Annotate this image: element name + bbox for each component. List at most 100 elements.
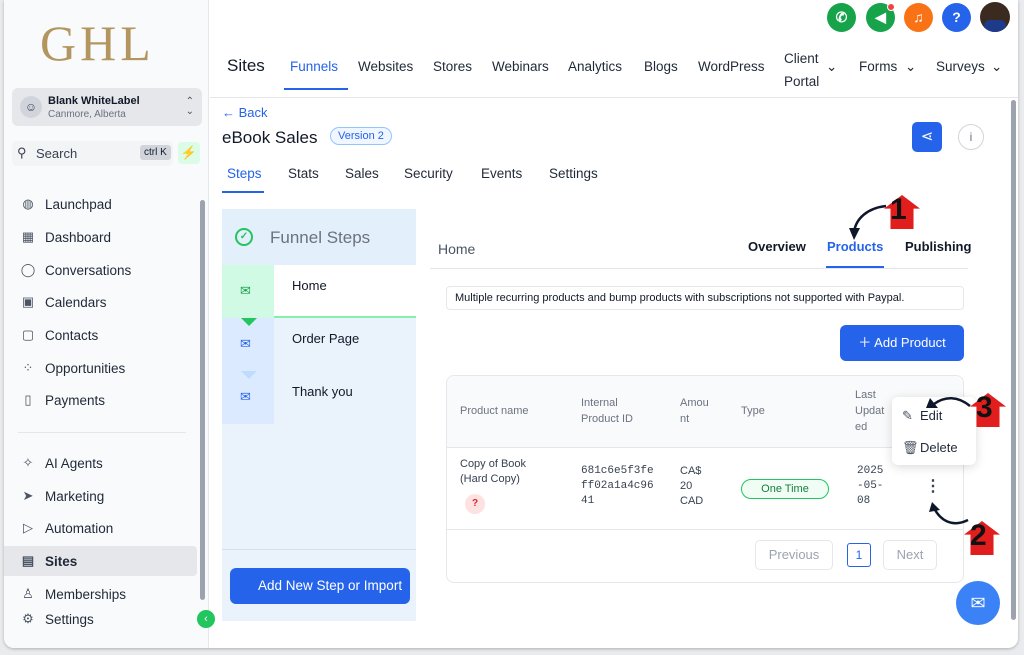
sidebar-item-label: Settings	[45, 611, 94, 627]
sidebar-item-dashboard[interactable]: ▦ Dashboard	[4, 222, 198, 252]
add-new-step-button[interactable]: Add New Step or Import	[230, 568, 410, 604]
sidebar-item-payments[interactable]: ▯ Payments	[4, 385, 198, 415]
tab-sales[interactable]: Sales	[345, 166, 379, 181]
tab-webinars[interactable]: Webinars	[492, 59, 549, 74]
funnel-title: eBook Sales	[222, 128, 318, 147]
sidebar-item-opportunities[interactable]: ⁘ Opportunities	[4, 353, 198, 383]
sidebar-item-settings[interactable]: ⚙ Settings	[4, 604, 198, 634]
page-title: Sites	[227, 56, 265, 75]
tab-stats[interactable]: Stats	[288, 166, 319, 181]
info-icon[interactable]: i	[958, 124, 984, 150]
product-updated: 2025 -05- 08	[857, 465, 884, 507]
sidebar-item-conversations[interactable]: ◯ Conversations	[4, 255, 198, 285]
step-name: Home	[292, 278, 327, 293]
sidebar-item-launchpad[interactable]: ◍ Launchpad	[4, 189, 198, 219]
chat-support-icon[interactable]: ✉	[956, 581, 1000, 625]
trash-icon: 🗑	[902, 440, 919, 455]
play-icon: ▷	[23, 520, 33, 535]
tab-settings[interactable]: Settings	[549, 166, 598, 181]
version-badge[interactable]: Version 2	[330, 127, 392, 145]
previous-button[interactable]: Previous	[755, 540, 833, 570]
step-item-home[interactable]: ✉ Home	[222, 265, 416, 326]
check-circle-icon: ✓	[235, 228, 253, 246]
tab-forms[interactable]: Forms	[859, 59, 897, 74]
steps-heading: Funnel Steps	[270, 228, 371, 247]
row-actions-menu: ✎ Edit 🗑Delete	[892, 397, 976, 465]
sidebar-scrollbar[interactable]	[200, 200, 205, 600]
step-connector	[241, 371, 257, 379]
sidebar-item-label: Automation	[45, 520, 114, 536]
sidebar-item-calendars[interactable]: ▣ Calendars	[4, 287, 198, 317]
chevron-updown-icon: ⌃ ⌄	[185, 96, 194, 117]
quick-action-bolt-icon[interactable]: ⚡	[178, 142, 200, 164]
tab-overview[interactable]: Overview	[748, 239, 806, 254]
help-icon[interactable]: ?	[942, 3, 971, 32]
search-button[interactable]: ⚲ Search ctrl K	[12, 141, 173, 166]
sidebar-item-label: Payments	[45, 392, 106, 408]
next-button[interactable]: Next	[883, 540, 937, 570]
chevron-down-icon[interactable]: ⌄	[905, 59, 916, 75]
add-product-button[interactable]: ＋ Add Product	[840, 325, 964, 361]
tab-security[interactable]: Security	[404, 166, 453, 181]
megaphone-icon[interactable]: ◀	[866, 3, 895, 32]
top-bar: ✆ ◀ ♫ ? Sites Funnels Websites Stores We…	[210, 0, 1018, 98]
tab-steps[interactable]: Steps	[227, 166, 262, 181]
chevron-down-icon[interactable]: ⌄	[826, 59, 837, 75]
sidebar-item-label: Marketing	[45, 488, 105, 504]
tab-funnels[interactable]: Funnels	[290, 59, 338, 74]
mail-icon: ✉	[240, 336, 251, 351]
page-scrollbar[interactable]	[1011, 100, 1016, 620]
calendar-icon: ▣	[21, 294, 35, 309]
search-icon: ⚲	[17, 145, 27, 160]
send-icon: ➤	[22, 488, 34, 503]
col-type: Type	[741, 405, 765, 417]
back-link[interactable]: ← Back	[222, 105, 268, 120]
sidebar: GHL ☺ Blank WhiteLabel Canmore, Alberta …	[4, 0, 215, 648]
tab-surveys[interactable]: Surveys	[936, 59, 985, 74]
col-amount: Amou nt	[680, 397, 709, 425]
step-icon-column: ✉	[222, 265, 274, 318]
sidebar-item-sites[interactable]: ▤ Sites	[4, 546, 197, 576]
back-label: Back	[238, 105, 268, 120]
tabs-divider	[430, 268, 968, 269]
phone-icon[interactable]: ✆	[827, 3, 856, 32]
tab-stores[interactable]: Stores	[433, 59, 472, 74]
tab-websites[interactable]: Websites	[358, 59, 413, 74]
active-subtab-indicator	[222, 191, 264, 193]
help-question-icon[interactable]: ?	[465, 494, 485, 514]
annotation-label: 3	[976, 391, 993, 424]
pencil-icon: ✎	[902, 408, 913, 423]
sidebar-item-label: Conversations	[45, 262, 132, 278]
add-product-label: Add Product	[874, 335, 946, 350]
avatar[interactable]	[980, 2, 1010, 32]
status-badge: One Time	[741, 479, 829, 499]
sidebar-item-automation[interactable]: ▷ Automation	[4, 513, 198, 543]
tab-client-portal[interactable]: Client Portal	[784, 47, 826, 93]
share-button[interactable]: ⋖	[912, 122, 942, 152]
sidebar-item-contacts[interactable]: ▢ Contacts	[4, 320, 198, 350]
chevron-down-icon[interactable]: ⌄	[991, 59, 1002, 75]
tab-events[interactable]: Events	[481, 166, 522, 181]
mail-icon: ✉	[240, 389, 251, 404]
menu-item-delete[interactable]: 🗑Delete	[902, 440, 958, 456]
tab-analytics[interactable]: Analytics	[568, 59, 622, 74]
tab-blogs[interactable]: Blogs	[644, 59, 678, 74]
grid-icon: ▦	[21, 229, 35, 244]
sidebar-item-label: Calendars	[45, 294, 107, 310]
sidebar-item-ai-agents[interactable]: ✧ AI Agents	[4, 448, 198, 478]
sidebar-item-marketing[interactable]: ➤ Marketing	[4, 481, 198, 511]
menu-item-edit[interactable]: ✎ Edit	[902, 408, 942, 424]
tab-products[interactable]: Products	[827, 239, 883, 254]
steps-divider	[222, 549, 416, 550]
more-actions-icon[interactable]: ⋮	[925, 479, 941, 495]
tab-wordpress[interactable]: WordPress	[698, 59, 765, 74]
active-content-tab-indicator	[826, 266, 884, 268]
page-number[interactable]: 1	[847, 543, 871, 567]
account-switcher[interactable]: ☺ Blank WhiteLabel Canmore, Alberta ⌃ ⌄	[12, 88, 202, 126]
annotation-label: 1	[890, 193, 907, 226]
tab-publishing[interactable]: Publishing	[905, 239, 971, 254]
bell-icon[interactable]: ♫	[904, 3, 933, 32]
product-name[interactable]: Copy of Book (Hard Copy)	[460, 457, 542, 487]
collapse-sidebar-icon[interactable]: ‹	[197, 610, 215, 628]
arrow-left-icon: ←	[222, 105, 239, 120]
